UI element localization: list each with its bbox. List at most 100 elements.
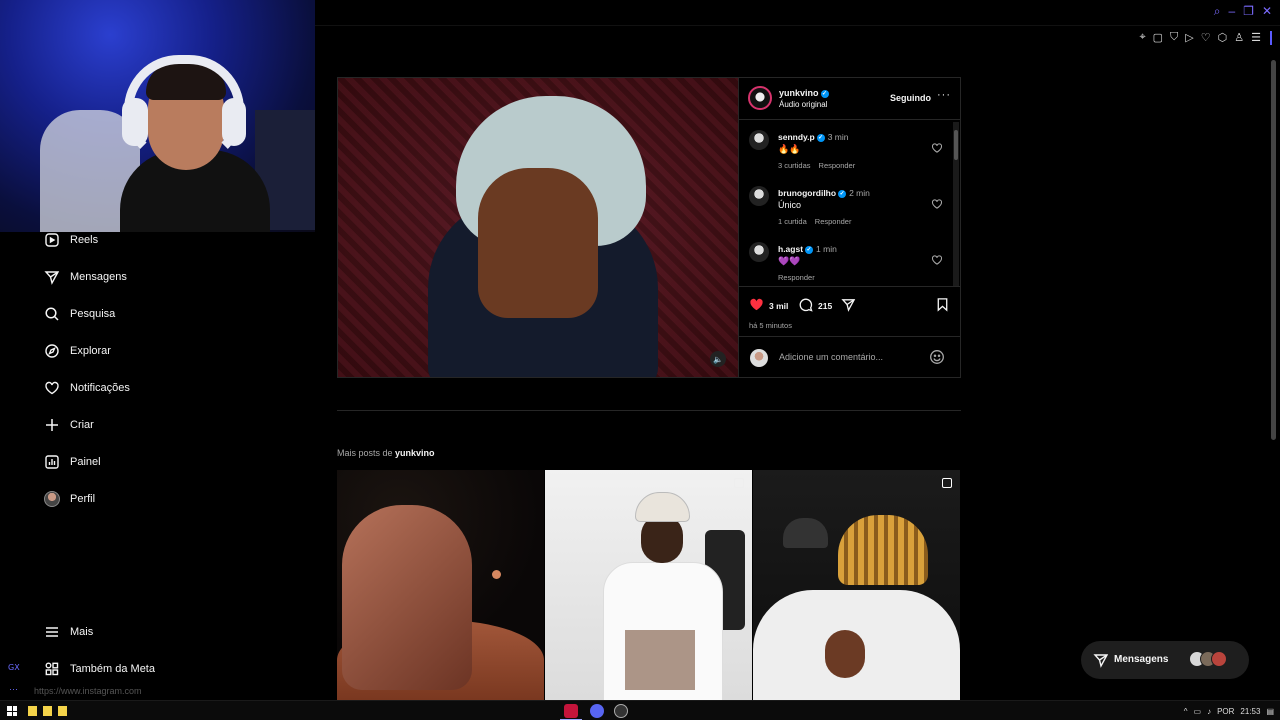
comment-username[interactable]: senndy.p	[778, 132, 815, 142]
thumbnail-artwork	[825, 630, 865, 678]
comment-username[interactable]: brunogordilho	[778, 188, 836, 198]
comment-likes[interactable]: 1 curtida	[778, 217, 807, 226]
instagram-sidebar: Reels Mensagens Pesquisa Explorar Notifi…	[30, 232, 315, 700]
os-taskbar: ^ ▭ ♪ POR 21:53 ▤	[0, 700, 1280, 720]
play-icon[interactable]: ▷	[1185, 31, 1193, 45]
nav-item-notifications[interactable]: Notificações	[44, 380, 130, 396]
post-video[interactable]: 🔈	[338, 78, 738, 377]
post-thumbnail[interactable]	[337, 470, 544, 700]
nav-item-label: Notificações	[70, 382, 130, 394]
like-comment-icon[interactable]	[931, 198, 943, 210]
nav-item-messages[interactable]: Mensagens	[44, 269, 127, 285]
comment-item: brunogordilho ✓ 2 min Único 1 curtida Respo…	[748, 180, 948, 230]
thumbnail-artwork	[492, 570, 501, 579]
like-comment-icon[interactable]	[931, 142, 943, 154]
comment-icon[interactable]	[798, 297, 813, 312]
nav-item-label: Painel	[70, 456, 101, 468]
comment-time: 3 min	[827, 132, 849, 142]
nav-item-reels[interactable]: Reels	[44, 232, 98, 248]
opera-gx-icon[interactable]	[560, 704, 582, 720]
like-comment-icon[interactable]	[931, 254, 943, 266]
heart-icon[interactable]: ♡	[1201, 31, 1211, 45]
comment-text: 💜💜	[778, 256, 801, 266]
emoji-icon[interactable]	[929, 349, 945, 365]
notification-icon[interactable]: ▤	[1266, 707, 1274, 716]
discord-icon[interactable]	[590, 704, 604, 718]
nav-item-more[interactable]: Mais	[44, 624, 93, 640]
post-thumbnail[interactable]	[753, 470, 960, 700]
compass-icon	[44, 343, 60, 359]
comment-item: h.agst ✓ 1 min 💜💜 Responder	[748, 236, 948, 286]
clock[interactable]: 21:53	[1240, 707, 1260, 716]
menu-icon[interactable]: ☰	[1251, 31, 1261, 45]
share-icon[interactable]	[841, 297, 856, 312]
search-icon	[44, 306, 60, 322]
close-icon[interactable]: ✕	[1262, 4, 1272, 19]
following-button[interactable]: Seguindo	[890, 93, 931, 103]
comments-count[interactable]: 215	[818, 301, 832, 311]
status-bar-url: https://www.instagram.com	[34, 686, 142, 696]
post-thumbnail[interactable]	[545, 470, 752, 700]
author-avatar[interactable]	[748, 86, 772, 110]
comments-scrollbar[interactable]	[953, 122, 959, 286]
network-icon[interactable]: ▭	[1194, 707, 1202, 716]
post-actions: 3 mil 215 há 5 minutos	[739, 286, 961, 334]
verified-icon: ✓	[805, 245, 814, 254]
comment-user[interactable]: brunogordilho ✓ 2 min	[778, 188, 870, 198]
nav-item-label: Explorar	[70, 345, 111, 357]
messages-button[interactable]: Mensagens	[1081, 641, 1249, 679]
folder-icon[interactable]	[58, 706, 67, 716]
likes-count[interactable]: 3 mil	[769, 301, 788, 311]
avatar[interactable]	[749, 242, 769, 262]
sidebar-toggle-bar[interactable]	[1270, 31, 1272, 45]
reply-button[interactable]: Responder	[819, 161, 856, 170]
bookmark-icon[interactable]	[935, 297, 950, 312]
pin-icon[interactable]: ⌖	[1139, 31, 1145, 45]
page-scrollbar[interactable]	[1270, 50, 1278, 700]
obs-icon[interactable]	[614, 704, 628, 718]
folder-icon[interactable]	[28, 706, 37, 716]
comment-user[interactable]: senndy.p ✓ 3 min	[778, 132, 848, 142]
reply-button[interactable]: Responder	[778, 273, 815, 282]
extensions-icon[interactable]: ⬡	[1218, 31, 1228, 45]
audio-label[interactable]: Áudio original	[779, 100, 827, 109]
scrollbar-thumb[interactable]	[1271, 60, 1276, 440]
comment-username[interactable]: h.agst	[778, 244, 803, 254]
scrollbar-thumb[interactable]	[954, 130, 958, 160]
chevron-up-icon[interactable]: ^	[1184, 707, 1188, 716]
author-name[interactable]: yunkvino ✓	[779, 88, 829, 98]
more-posts-heading: Mais posts de yunkvino	[337, 448, 435, 458]
comment-user[interactable]: h.agst ✓ 1 min	[778, 244, 837, 254]
language-indicator[interactable]: POR	[1217, 707, 1234, 716]
post-card: 🔈 yunkvino ✓ Áudio original Seguindo ··· …	[337, 77, 961, 378]
avatar[interactable]	[749, 186, 769, 206]
reply-button[interactable]: Responder	[815, 217, 852, 226]
search-tabs-icon[interactable]: ⌕	[1214, 4, 1221, 19]
comment-likes[interactable]: 3 curtidas	[778, 161, 811, 170]
author-username[interactable]: yunkvino	[779, 88, 819, 98]
shield-icon[interactable]: ⛉	[1170, 31, 1178, 45]
thumbnail-artwork	[783, 518, 828, 548]
nav-item-search[interactable]: Pesquisa	[44, 306, 115, 322]
post-time: há 5 minutos	[749, 321, 792, 330]
sidebar-more-icon[interactable]: ···	[9, 684, 18, 694]
more-posts-author[interactable]: yunkvino	[395, 448, 435, 458]
comment-input[interactable]	[779, 349, 919, 365]
windows-start-icon[interactable]	[7, 706, 17, 716]
nav-item-profile[interactable]: Perfil	[44, 491, 95, 507]
folder-icon[interactable]	[43, 706, 52, 716]
more-options-icon[interactable]: ···	[937, 89, 951, 101]
nav-item-create[interactable]: Criar	[44, 417, 94, 433]
liked-heart-icon[interactable]	[749, 297, 764, 312]
profile-icon[interactable]: ♙	[1234, 31, 1244, 45]
volume-icon[interactable]: ♪	[1207, 707, 1211, 716]
minimize-icon[interactable]: –	[1228, 4, 1235, 19]
snapshot-icon[interactable]: ▢	[1153, 31, 1163, 45]
gx-logo[interactable]: GX	[8, 663, 20, 672]
nav-item-also-from-meta[interactable]: Também da Meta	[44, 661, 155, 677]
nav-item-dashboard[interactable]: Painel	[44, 454, 101, 470]
mute-icon[interactable]: 🔈	[710, 351, 726, 367]
avatar[interactable]	[749, 130, 769, 150]
restore-icon[interactable]: ❐	[1243, 4, 1254, 19]
nav-item-explore[interactable]: Explorar	[44, 343, 111, 359]
